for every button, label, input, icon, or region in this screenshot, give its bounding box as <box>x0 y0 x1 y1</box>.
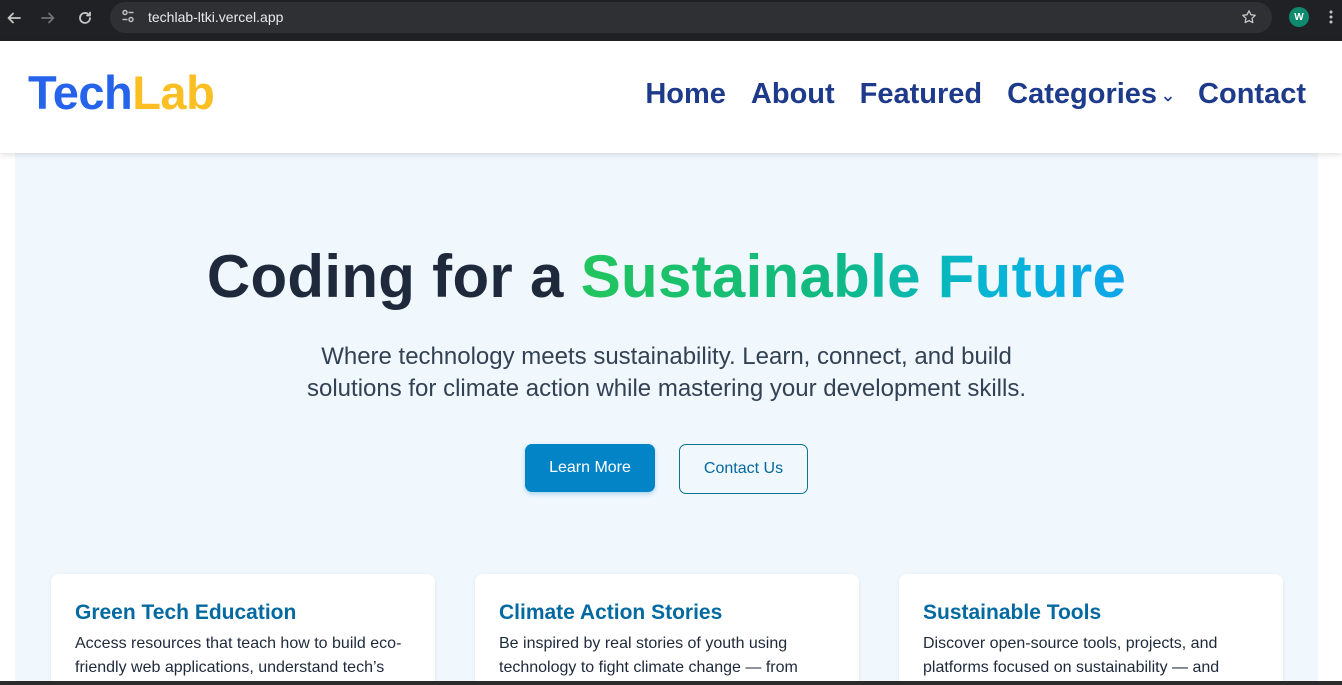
nav-about[interactable]: About <box>751 80 835 109</box>
url-text[interactable]: techlab-ltki.vercel.app <box>148 9 283 25</box>
window-bottom-edge <box>0 681 1342 685</box>
card-title: Green Tech Education <box>75 601 297 624</box>
site-header: TechLab Home About Featured Categories C… <box>0 41 1342 153</box>
card-text: Access resources that teach how to build… <box>75 635 402 676</box>
hero-title: Coding for a Sustainable Future <box>15 247 1318 307</box>
feature-card: Climate Action Stories Be inspired by re… <box>475 574 859 685</box>
browser-toolbar: techlab-ltki.vercel.app W <box>0 0 1342 41</box>
nav-featured[interactable]: Featured <box>860 80 982 109</box>
forward-arrow-icon[interactable] <box>37 7 59 29</box>
feature-card: Green Tech Education Access resources th… <box>51 574 435 685</box>
profile-avatar[interactable]: W <box>1289 7 1309 27</box>
nav-contact[interactable]: Contact <box>1198 80 1306 109</box>
contact-us-button[interactable]: Contact Us <box>679 444 808 494</box>
hero-subtitle: Where technology meets sustainability. L… <box>307 343 1026 402</box>
hero-title-highlight: Sustainable Future <box>580 243 1127 310</box>
logo-lab: Lab <box>132 66 215 119</box>
nav-categories[interactable]: Categories <box>1007 79 1173 110</box>
back-arrow-icon[interactable] <box>3 7 25 29</box>
feature-card: Sustainable Tools Discover open-source t… <box>899 574 1283 685</box>
hero-section: Coding for a Sustainable Future Where te… <box>15 153 1318 685</box>
more-vert-icon[interactable] <box>1326 8 1336 26</box>
logo-tech: Tech <box>28 66 133 119</box>
card-title: Sustainable Tools <box>923 601 1102 624</box>
learn-more-button[interactable]: Learn More <box>525 444 655 492</box>
star-icon[interactable] <box>1239 7 1259 27</box>
card-text: Discover open-source tools, projects, an… <box>923 635 1220 676</box>
reload-icon[interactable] <box>74 7 96 29</box>
address-bar[interactable] <box>110 2 1272 33</box>
logo[interactable]: TechLab <box>28 66 215 119</box>
chevron-down-icon <box>1163 81 1173 110</box>
nav-home[interactable]: Home <box>645 80 726 109</box>
card-title: Climate Action Stories <box>499 601 723 624</box>
main-nav: Home About Featured Categories Contact <box>620 79 1306 110</box>
card-text: Be inspired by real stories of youth usi… <box>499 635 798 676</box>
nav-categories-label: Categories <box>1007 78 1158 110</box>
hero-title-main: Coding for a <box>206 243 581 310</box>
site-settings-icon[interactable] <box>118 6 138 26</box>
